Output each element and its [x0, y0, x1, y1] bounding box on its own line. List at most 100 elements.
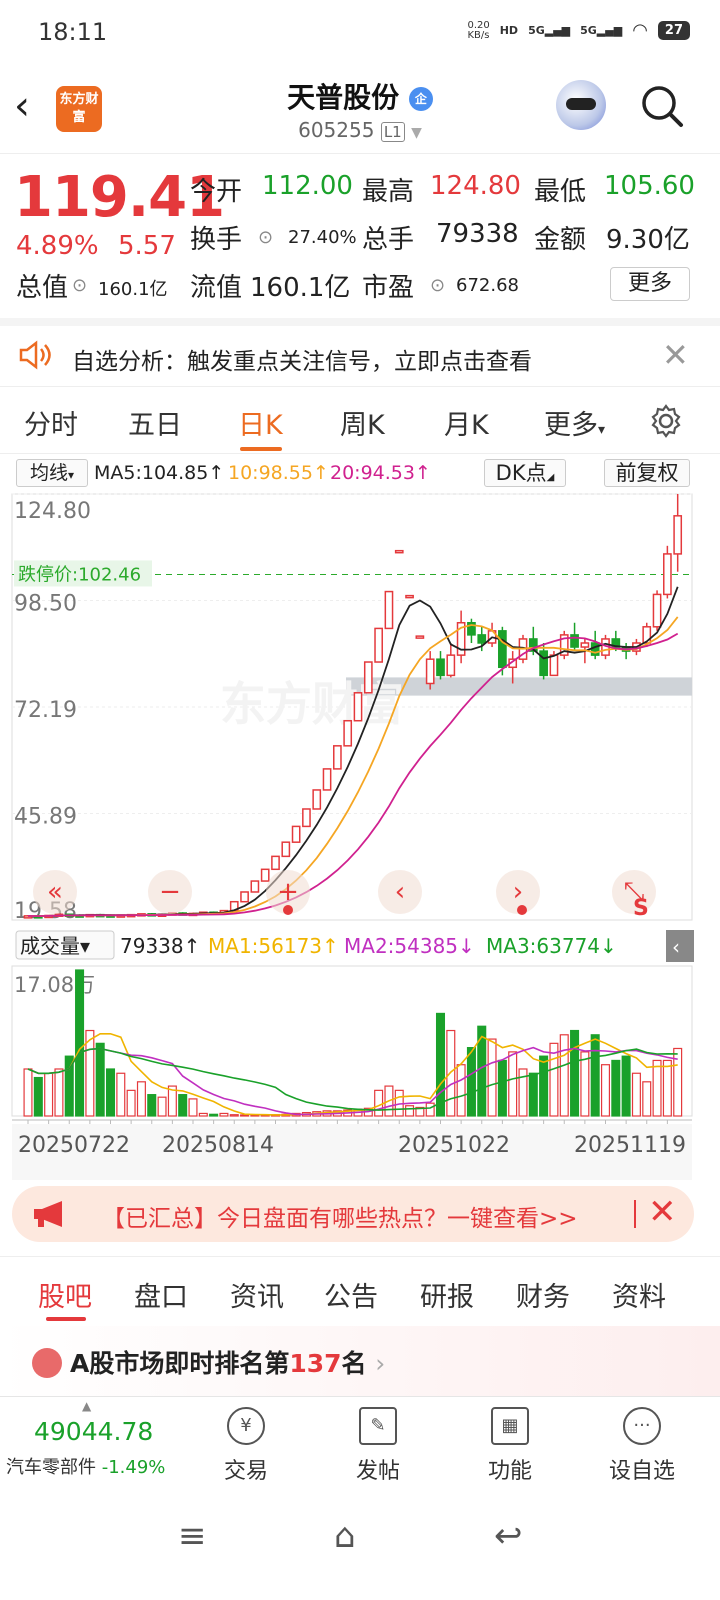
- volume-ma1: MA1:56173↑: [208, 934, 339, 958]
- post-label: 发帖: [355, 1459, 400, 1484]
- volume-bar: [198, 1112, 208, 1117]
- zoom-out-button-icon: −: [159, 877, 181, 907]
- trade-label: 交易: [223, 1459, 268, 1484]
- candle-body: [652, 593, 662, 628]
- info-icon[interactable]: ⊙: [430, 275, 445, 296]
- candle-body: [405, 594, 414, 599]
- function-button[interactable]: ▦ 功能: [470, 1407, 550, 1485]
- amount-label: 金额: [534, 225, 587, 255]
- volume-bar: [631, 1072, 641, 1117]
- volume-ma3-line: [27, 1047, 678, 1111]
- tab-news[interactable]: 资讯: [230, 1275, 284, 1314]
- divider: [634, 1200, 636, 1228]
- active-tab-underline: [240, 447, 282, 451]
- tab-monthly-k[interactable]: 月K: [444, 403, 489, 442]
- volume-bar: [642, 1081, 652, 1117]
- low-value: 105.60: [604, 171, 695, 201]
- ma-selector[interactable]: 均线▾: [16, 459, 88, 487]
- tab-research[interactable]: 研报: [420, 1275, 474, 1314]
- mktcap-label: 总值: [16, 273, 69, 303]
- x-tick-label: 20251022: [398, 1133, 510, 1158]
- volume-bar: [374, 1089, 384, 1117]
- tab-pankou[interactable]: 盘口: [134, 1275, 188, 1314]
- volume-bar: [466, 1047, 476, 1117]
- x-tick-label: 20251119: [574, 1133, 686, 1158]
- tab-guba[interactable]: 股吧: [38, 1275, 92, 1314]
- tab-finance[interactable]: 财务: [516, 1275, 570, 1314]
- stock-name: 天普股份: [287, 81, 400, 114]
- gear-icon[interactable]: [648, 403, 684, 439]
- hotspot-banner[interactable]: 【已汇总】今日盘面有哪些热点？一键查看>> ✕: [12, 1186, 694, 1242]
- volume-bar: [240, 1114, 250, 1117]
- candle-body: [250, 880, 260, 893]
- close-icon[interactable]: ✕: [648, 1192, 677, 1232]
- tab-weekly-k[interactable]: 周K: [340, 403, 385, 442]
- float-value: 160.1亿: [250, 273, 351, 303]
- tab-daily-k[interactable]: 日K: [238, 403, 283, 442]
- back-button[interactable]: ‹: [14, 86, 30, 126]
- search-icon[interactable]: [640, 84, 684, 128]
- rank-row[interactable]: A股市场即时排名第137名 ›: [0, 1326, 720, 1396]
- signal-banner[interactable]: 自选分析：触发重点关注信号，立即点击查看 ✕: [0, 318, 720, 384]
- high-label: 最高: [362, 177, 415, 207]
- sector-index-value[interactable]: 49044.78: [34, 1417, 153, 1446]
- tab-five-day[interactable]: 五日: [128, 403, 182, 442]
- volume-bar: [105, 1068, 116, 1117]
- volume-selector-label: 成交量▾: [20, 934, 90, 958]
- stock-code: 605255: [298, 118, 375, 142]
- info-icon[interactable]: ⊙: [258, 227, 273, 248]
- info-icon[interactable]: ⊙: [72, 275, 87, 296]
- volume-bar: [219, 1112, 229, 1117]
- pan-right-button-icon: ›: [513, 877, 523, 907]
- more-button[interactable]: 更多: [610, 267, 690, 301]
- adjust-button[interactable]: 前复权: [604, 459, 690, 487]
- chevron-down-icon: ▼: [411, 125, 422, 141]
- volume-label: 总手: [362, 225, 415, 255]
- battery-icon: 27: [657, 21, 690, 40]
- banner-text: 自选分析：触发重点关注信号，立即点击查看: [72, 349, 532, 375]
- app-logo[interactable]: 东方财富: [56, 86, 102, 132]
- assistant-robot-icon[interactable]: [556, 80, 606, 130]
- ma10-value: 10:98.55↑: [228, 462, 329, 484]
- low-label: 最低: [534, 177, 587, 207]
- signal-5g-icon-2: 5G▂▄▆: [580, 24, 623, 37]
- close-icon[interactable]: ✕: [662, 336, 689, 374]
- bar-chart-icon: [32, 1348, 62, 1378]
- function-label: 功能: [487, 1459, 532, 1484]
- ma-line-ma10: [27, 616, 679, 918]
- kline-chart[interactable]: 东方财富124.8098.5072.1945.8919.58跌停价:102.46…: [0, 490, 720, 1190]
- pe-label: 市盈: [362, 273, 415, 303]
- volume-bar: [33, 1076, 43, 1117]
- s-badge-icon: S: [633, 896, 649, 921]
- tab-intraday[interactable]: 分时: [24, 403, 78, 442]
- collapse-toggle[interactable]: [666, 930, 694, 962]
- volume-bar: [539, 1055, 549, 1117]
- rank-text: A股市场即时排名第137名 ›: [70, 1344, 385, 1380]
- dk-button[interactable]: DK点◢: [484, 459, 566, 487]
- tab-announcement[interactable]: 公告: [324, 1275, 378, 1314]
- volume-bar: [662, 1059, 672, 1117]
- level-badge[interactable]: L1: [380, 122, 405, 142]
- tab-more[interactable]: 更多▾: [544, 403, 605, 442]
- grid-icon: ▦: [491, 1407, 529, 1445]
- menu-icon[interactable]: ≡: [178, 1516, 207, 1556]
- tab-profile[interactable]: 资料: [612, 1275, 666, 1314]
- post-button[interactable]: ✎ 发帖: [338, 1407, 418, 1485]
- y-tick-label: 98.50: [14, 591, 77, 616]
- sector-index-row[interactable]: 汽车零部件 -1.49%: [6, 1453, 165, 1479]
- add-watch-button[interactable]: ··· 设自选: [602, 1407, 682, 1485]
- home-icon[interactable]: ⌂: [334, 1516, 356, 1556]
- stock-title: 天普股份 企: [0, 76, 720, 116]
- candle-body: [312, 789, 322, 810]
- pan-left-button-icon: ‹: [395, 877, 405, 907]
- open-value: 112.00: [262, 171, 353, 201]
- signal-5g-icon: 5G▂▄▆: [528, 24, 571, 37]
- hd-icon: HD: [499, 24, 519, 37]
- volume-ma3: MA3:63774↓: [486, 934, 617, 958]
- volume-ma1-line: [27, 1033, 678, 1116]
- volume-bar: [590, 1034, 600, 1117]
- candle-body: [353, 692, 363, 722]
- back-nav-icon[interactable]: ↩: [494, 1516, 523, 1556]
- trade-button[interactable]: ¥ 交易: [206, 1407, 286, 1485]
- volume-value: 79338↑: [120, 934, 200, 958]
